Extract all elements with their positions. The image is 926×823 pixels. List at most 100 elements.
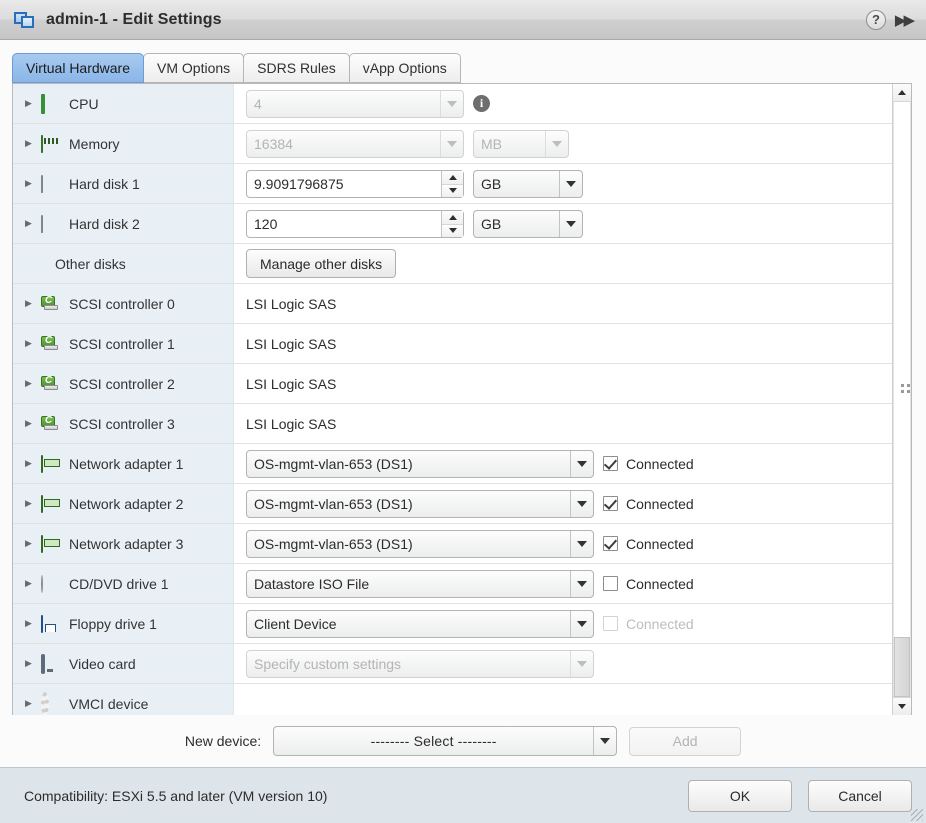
scroll-down-icon[interactable]: [893, 697, 911, 715]
help-icon[interactable]: ?: [865, 9, 886, 30]
chevron-down-icon[interactable]: [440, 130, 463, 157]
row-label-video-card[interactable]: ▶ Video card: [13, 644, 234, 683]
tab-vm-options[interactable]: VM Options: [143, 53, 245, 83]
ok-button[interactable]: OK: [688, 779, 792, 812]
device-list: ▶ CPU 4 i ▶ Memory 16384 MB ▶ Hard disk …: [13, 84, 892, 715]
manage-other-disks-button[interactable]: Manage other disks: [246, 249, 397, 278]
hard-disk-1-size-input[interactable]: 9.9091796875: [246, 169, 464, 198]
row-label-scsi-controller-0[interactable]: ▶ SCSI controller 0: [13, 284, 234, 323]
chevron-down-icon[interactable]: [570, 530, 593, 557]
expand-twisty-icon[interactable]: ▶: [25, 179, 41, 188]
scroll-up-icon[interactable]: [893, 84, 911, 102]
row-label-vmci-device[interactable]: ▶ VMCI device: [13, 684, 234, 715]
stepper-up-icon[interactable]: [442, 210, 463, 224]
hard-disk-1-unit-select[interactable]: GB: [473, 169, 583, 198]
table-row: ▶ CPU 4 i: [13, 84, 892, 124]
harddisk-icon: [41, 174, 61, 193]
expand-twisty-icon[interactable]: ▶: [25, 299, 41, 308]
chevron-down-icon[interactable]: [559, 210, 582, 237]
row-label-hard-disk-2[interactable]: ▶ Hard disk 2: [13, 204, 234, 243]
chevron-down-icon[interactable]: [570, 570, 593, 597]
vm-icon: [14, 10, 36, 30]
chevron-down-icon[interactable]: [570, 490, 593, 517]
expand-twisty-icon[interactable]: ▶: [25, 699, 41, 708]
info-icon[interactable]: i: [473, 95, 490, 112]
row-label-floppy-drive-1[interactable]: ▶ Floppy drive 1: [13, 604, 234, 643]
row-value-cpu: 4 i: [234, 84, 892, 123]
connected-checkbox[interactable]: [603, 536, 618, 551]
hard-disk-2-size-input[interactable]: 120: [246, 209, 464, 238]
network-adapter-2-select[interactable]: OS-mgmt-vlan-653 (DS1): [246, 489, 594, 518]
row-value-network-adapter-2: OS-mgmt-vlan-653 (DS1) Connected: [234, 484, 892, 523]
expand-twisty-icon[interactable]: ▶: [25, 539, 41, 548]
hard-disk-2-unit-select[interactable]: GB: [473, 209, 583, 238]
row-label-scsi-controller-2[interactable]: ▶ SCSI controller 2: [13, 364, 234, 403]
chevron-down-icon[interactable]: [570, 650, 593, 677]
network-adapter-2-connected[interactable]: Connected: [603, 496, 694, 512]
chevron-down-icon[interactable]: [570, 610, 593, 637]
tab-virtual-hardware[interactable]: Virtual Hardware: [12, 53, 145, 83]
connected-checkbox[interactable]: [603, 576, 618, 591]
cddvd-drive-1-connected[interactable]: Connected: [603, 576, 694, 592]
expand-twisty-icon[interactable]: ▶: [25, 619, 41, 628]
cancel-button[interactable]: Cancel: [808, 779, 912, 812]
network-adapter-3-connected[interactable]: Connected: [603, 536, 694, 552]
row-label-hard-disk-1[interactable]: ▶ Hard disk 1: [13, 164, 234, 203]
stepper-down-icon[interactable]: [442, 223, 463, 237]
network-adapter-1-select[interactable]: OS-mgmt-vlan-653 (DS1): [246, 449, 594, 478]
network-adapter-3-select[interactable]: OS-mgmt-vlan-653 (DS1): [246, 529, 594, 558]
row-label-network-adapter-1[interactable]: ▶ Network adapter 1: [13, 444, 234, 483]
table-row: ▶ Floppy drive 1 Client Device Connected: [13, 604, 892, 644]
expand-twisty-icon[interactable]: ▶: [25, 579, 41, 588]
cpu-select[interactable]: 4: [246, 89, 464, 118]
memory-input[interactable]: 16384: [246, 129, 464, 158]
expand-icon[interactable]: ▶▶: [895, 11, 916, 29]
expand-twisty-icon[interactable]: ▶: [25, 339, 41, 348]
row-value-network-adapter-1: OS-mgmt-vlan-653 (DS1) Connected: [234, 444, 892, 483]
row-label-scsi-controller-1[interactable]: ▶ SCSI controller 1: [13, 324, 234, 363]
connected-checkbox[interactable]: [603, 496, 618, 511]
row-label-scsi-controller-3[interactable]: ▶ SCSI controller 3: [13, 404, 234, 443]
expand-twisty-icon[interactable]: ▶: [25, 499, 41, 508]
expand-twisty-icon[interactable]: ▶: [25, 419, 41, 428]
chevron-down-icon[interactable]: [593, 727, 616, 755]
vertical-scrollbar[interactable]: [892, 84, 911, 715]
row-label-cpu[interactable]: ▶ CPU: [13, 84, 234, 123]
panel-resize-grip[interactable]: [899, 377, 911, 399]
row-label-network-adapter-3[interactable]: ▶ Network adapter 3: [13, 524, 234, 563]
expand-twisty-icon[interactable]: ▶: [25, 379, 41, 388]
chevron-down-icon[interactable]: [570, 450, 593, 477]
chevron-down-icon[interactable]: [559, 170, 582, 197]
expand-twisty-icon[interactable]: ▶: [25, 99, 41, 108]
tab-sdrs-rules[interactable]: SDRS Rules: [243, 53, 350, 83]
new-device-label: New device:: [184, 733, 262, 749]
stepper-down-icon[interactable]: [442, 183, 463, 197]
connected-checkbox[interactable]: [603, 456, 618, 471]
scrollbar-track[interactable]: [893, 102, 911, 697]
spinner-stepper[interactable]: [441, 210, 463, 237]
expand-twisty-icon[interactable]: ▶: [25, 459, 41, 468]
network-adapter-1-connected[interactable]: Connected: [603, 456, 694, 472]
floppy-drive-1-select[interactable]: Client Device: [246, 609, 594, 638]
scrollbar-thumb[interactable]: [894, 637, 910, 697]
row-label-cddvd-drive-1[interactable]: ▶ CD/DVD drive 1: [13, 564, 234, 603]
window-resize-grip[interactable]: [911, 809, 923, 821]
expand-twisty-icon[interactable]: ▶: [25, 659, 41, 668]
video-card-select[interactable]: Specify custom settings: [246, 649, 594, 678]
tab-vapp-options[interactable]: vApp Options: [348, 53, 461, 83]
row-label-memory[interactable]: ▶ Memory: [13, 124, 234, 163]
expand-twisty-icon[interactable]: ▶: [25, 219, 41, 228]
chevron-down-icon[interactable]: [545, 130, 568, 157]
chevron-down-icon[interactable]: [440, 90, 463, 117]
expand-twisty-icon[interactable]: ▶: [25, 139, 41, 148]
spinner-stepper[interactable]: [441, 170, 463, 197]
row-value-other-disks: Manage other disks: [234, 244, 892, 283]
add-device-button[interactable]: Add: [629, 726, 742, 756]
cddvd-drive-1-select[interactable]: Datastore ISO File: [246, 569, 594, 598]
table-row: ▶ SCSI controller 2 LSI Logic SAS: [13, 364, 892, 404]
row-label-network-adapter-2[interactable]: ▶ Network adapter 2: [13, 484, 234, 523]
row-value-floppy-drive-1: Client Device Connected: [234, 604, 892, 643]
memory-unit-select[interactable]: MB: [473, 129, 569, 158]
new-device-select[interactable]: -------- Select --------: [273, 726, 618, 756]
stepper-up-icon[interactable]: [442, 170, 463, 184]
